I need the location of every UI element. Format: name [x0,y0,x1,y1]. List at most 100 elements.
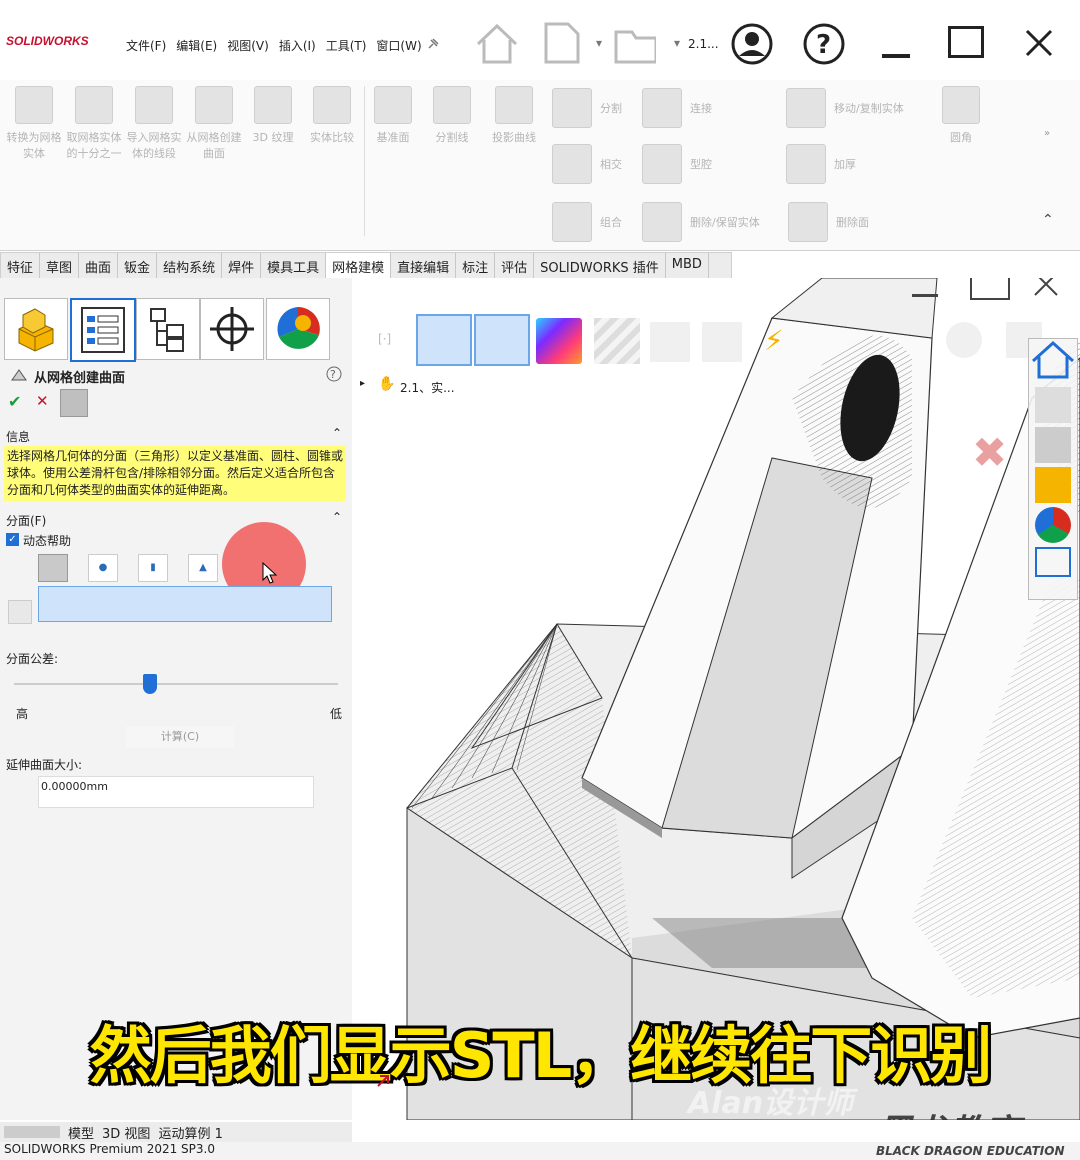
chevron-down-icon[interactable]: ▾ [674,36,680,50]
file-explorer-icon[interactable] [1035,427,1071,463]
collapse-icon[interactable]: ⌃ [332,426,342,440]
3d-texture-button[interactable]: 3D 纹理 [248,86,298,146]
tab-scroll-arrows[interactable] [4,1126,60,1138]
intersect-button[interactable]: 相交 [552,144,622,184]
collapse-icon[interactable]: ⌃ [332,510,342,524]
tab-surfaces[interactable]: 曲面 [79,253,119,279]
help-icon[interactable]: ? [326,366,342,382]
pin-icon[interactable] [427,38,439,50]
compute-button[interactable]: 计算(C) [126,726,234,748]
tab-direct-editing[interactable]: 直接编辑 [391,253,457,279]
tab-mold-tools[interactable]: 模具工具 [261,253,327,279]
zoom-to-fit-icon[interactable] [416,314,472,366]
decimate-mesh-button[interactable]: 取网格实体的十分之一 [66,86,122,162]
collapse-ribbon-icon[interactable]: ⌃ [1042,212,1054,228]
menu-tools[interactable]: 工具(T) [326,37,367,54]
join-button[interactable]: 连接 [642,88,712,128]
expand-ribbon-icon[interactable]: » [1044,128,1050,139]
combine-button[interactable]: 组合 [552,202,622,242]
tree-item[interactable]: 2.1、实... [400,379,455,396]
home-icon[interactable] [1029,339,1077,379]
sphere-type-button[interactable]: ● [88,554,118,582]
maximize-button[interactable] [948,26,984,58]
pushpin-button[interactable] [60,389,88,417]
cone-type-button[interactable]: ▲ [188,554,218,582]
projected-curve-button[interactable]: 投影曲线 [484,86,544,146]
cylinder-type-button[interactable]: ▮ [138,554,168,582]
facet-selection-box[interactable] [38,586,332,622]
design-library-icon[interactable] [1035,387,1071,423]
tab-configuration-manager[interactable] [136,298,200,360]
dynamic-help-checkbox[interactable]: ✓ [6,533,19,546]
chevron-down-icon[interactable]: ▾ [596,36,602,50]
delete-face-button[interactable]: 删除面 [788,202,869,242]
zebra-stripes-icon[interactable] [594,318,640,364]
tab-motion-study[interactable]: 运动算例 1 [158,1123,222,1142]
tab-mesh-modeling[interactable]: 网格建模 [326,253,392,279]
minimize-button[interactable] [882,54,910,58]
tab-addins[interactable]: SOLIDWORKS 插件 [534,253,666,279]
curvature-map-icon[interactable] [536,318,582,364]
surface-from-mesh-button[interactable]: 从网格创建曲面 [184,86,244,162]
ok-button[interactable]: ✔ [8,392,21,411]
tolerance-slider-track[interactable] [14,683,338,685]
tab-dimxpert[interactable] [200,298,264,360]
custom-properties-icon[interactable] [1035,547,1071,577]
tab-display-manager[interactable] [266,298,330,360]
tab-markup[interactable]: 标注 [456,253,496,279]
close-icon[interactable] [1024,28,1054,58]
tab-weldments[interactable]: 焊件 [222,253,262,279]
scene-icon[interactable] [946,322,982,358]
fillet-button[interactable]: 圆角 [936,86,986,146]
extend-size-input[interactable]: 0.00000mm [38,776,314,808]
move-copy-body-button[interactable]: 移动/复制实体 [786,88,904,128]
close-icon[interactable] [1032,278,1060,298]
section-view-icon[interactable] [474,314,530,366]
tab-structure-system[interactable]: 结构系统 [157,253,223,279]
new-document-icon[interactable] [542,20,586,64]
view-orientation-icon[interactable]: [·] [378,332,391,346]
user-account-icon[interactable] [730,22,774,66]
menu-insert[interactable]: 插入(I) [279,37,316,54]
open-folder-icon[interactable] [612,20,656,64]
convert-to-mesh-button[interactable]: 转换为网格实体 [4,86,64,162]
appearances-icon[interactable] [1035,507,1071,543]
menu-edit[interactable]: 编辑(E) [176,37,217,54]
cavity-button[interactable]: 型腔 [642,144,712,184]
tab-features[interactable]: 特征 [1,253,41,279]
expand-tree-icon[interactable]: ▸ [360,378,365,389]
split-line-button[interactable]: 分割线 [426,86,478,146]
menu-view[interactable]: 视图(V) [227,37,269,54]
tab-mbd[interactable]: MBD [666,253,709,279]
edit-appearance-icon[interactable]: ⚡ [764,324,784,357]
plane-button[interactable]: 基准面 [368,86,418,146]
tolerance-slider-thumb[interactable] [143,674,158,694]
tab-sheet-metal[interactable]: 钣金 [118,253,158,279]
tab-evaluate[interactable]: 评估 [495,253,535,279]
home-icon[interactable] [474,20,518,64]
split-button[interactable]: 分割 [552,88,622,128]
tab-sketch[interactable]: 草图 [40,253,80,279]
view-palette-icon[interactable] [1035,467,1071,503]
tab-model[interactable]: 模型 [68,1123,94,1142]
tab-property-manager[interactable] [70,298,136,362]
menu-window[interactable]: 窗口(W) [376,37,421,54]
hide-show-icon[interactable] [702,322,742,362]
tab-feature-tree[interactable] [4,298,68,360]
plane-type-button[interactable] [38,554,68,582]
doc-minimize-button[interactable] [912,294,938,297]
facets-section-header[interactable]: 分面(F) [6,512,46,529]
menu-file[interactable]: 文件(F) [126,37,166,54]
help-icon[interactable]: ? [802,22,846,66]
tab-3d-views[interactable]: 3D 视图 [102,1123,150,1142]
thicken-button[interactable]: 加厚 [786,144,856,184]
info-section-header[interactable]: 信息 [6,428,30,445]
graphics-area[interactable]: [·] ⚡ ✖ ▸ ✋ 2.1、实... Alan设计师 黑龙教育 [352,278,1080,1120]
import-mesh-segments-button[interactable]: 导入网格实体的线段 [126,86,182,162]
doc-restore-button[interactable] [970,278,1010,300]
cancel-button[interactable]: ✕ [36,392,49,410]
display-style-icon[interactable] [650,322,690,362]
delete-keep-body-button[interactable]: 删除/保留实体 [642,202,760,242]
body-compare-button[interactable]: 实体比较 [304,86,360,146]
cancel-confirm-icon[interactable]: ✖ [972,428,1007,477]
